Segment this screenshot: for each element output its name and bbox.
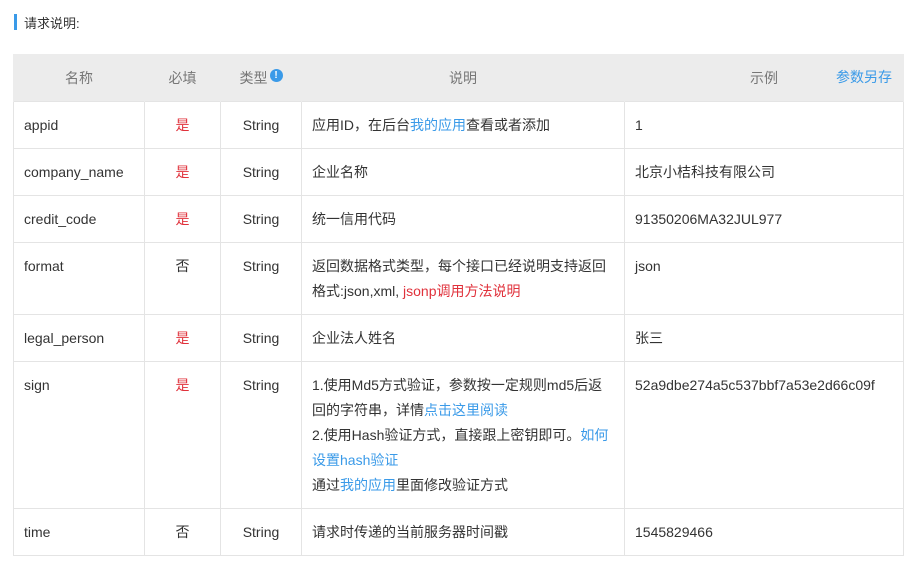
- param-type: String: [220, 508, 302, 556]
- param-name: format: [13, 242, 145, 315]
- info-icon[interactable]: !: [269, 68, 283, 82]
- param-required: 是: [144, 314, 221, 362]
- param-type: String: [220, 195, 302, 243]
- param-required: 否: [144, 242, 221, 315]
- param-example: 北京小桔科技有限公司: [624, 148, 904, 196]
- table-row: legal_person 是 String 企业法人姓名 张三: [13, 314, 904, 362]
- header-type-label: 类型: [239, 69, 268, 86]
- param-required: 是: [144, 195, 221, 243]
- header-required: 必填: [144, 54, 221, 102]
- param-description: 应用ID，在后台我的应用查看或者添加: [301, 101, 625, 149]
- param-type: String: [220, 314, 302, 362]
- hash-setup-link-cont[interactable]: 设置hash验证: [312, 452, 398, 468]
- param-description: 统一信用代码: [301, 195, 625, 243]
- param-name: legal_person: [13, 314, 145, 362]
- param-example: 张三: [624, 314, 904, 362]
- request-params-table: 名称 必填 类型! 说明 示例 参数另存 appid 是 String 应用ID…: [13, 54, 904, 556]
- save-params-link[interactable]: 参数另存: [836, 54, 892, 101]
- param-example: 1545829466: [624, 508, 904, 556]
- table-header-row: 名称 必填 类型! 说明 示例 参数另存: [13, 54, 904, 102]
- my-apps-link[interactable]: 我的应用: [410, 117, 466, 133]
- param-required: 是: [144, 101, 221, 149]
- header-name: 名称: [13, 54, 145, 102]
- param-name: time: [13, 508, 145, 556]
- section-title-text: 请求说明:: [24, 15, 80, 31]
- param-name: credit_code: [13, 195, 145, 243]
- param-type: String: [220, 361, 302, 509]
- param-required: 否: [144, 508, 221, 556]
- table-row: time 否 String 请求时传递的当前服务器时间戳 1545829466: [13, 508, 904, 556]
- section-title: 请求说明:: [14, 13, 80, 31]
- param-example: json: [624, 242, 904, 315]
- section-title-bar: [14, 14, 17, 30]
- param-name: company_name: [13, 148, 145, 196]
- param-type: String: [220, 101, 302, 149]
- hash-setup-link[interactable]: 如何: [580, 427, 608, 443]
- param-example: 1: [624, 101, 904, 149]
- param-type: String: [220, 242, 302, 315]
- read-here-link[interactable]: 点击这里阅读: [424, 402, 508, 418]
- param-description: 1.使用Md5方式验证，参数按一定规则md5后返 回的字符串，详情点击这里阅读 …: [301, 361, 625, 509]
- param-description: 企业名称: [301, 148, 625, 196]
- table-row: company_name 是 String 企业名称 北京小桔科技有限公司: [13, 148, 904, 196]
- header-description: 说明: [301, 54, 625, 102]
- param-example: 91350206MA32JUL977: [624, 195, 904, 243]
- param-name: appid: [13, 101, 145, 149]
- param-example: 52a9dbe274a5c537bbf7a53e2d66c09f: [624, 361, 904, 509]
- param-description: 返回数据格式类型，每个接口已经说明支持返回 格式:json,xml, jsonp调…: [301, 242, 625, 315]
- table-row: format 否 String 返回数据格式类型，每个接口已经说明支持返回 格式:…: [13, 242, 904, 315]
- jsonp-doc-link[interactable]: jsonp调用方法说明: [403, 283, 520, 299]
- param-description: 请求时传递的当前服务器时间戳: [301, 508, 625, 556]
- param-required: 是: [144, 361, 221, 509]
- table-row: appid 是 String 应用ID，在后台我的应用查看或者添加 1: [13, 101, 904, 149]
- table-row: credit_code 是 String 统一信用代码 91350206MA32…: [13, 195, 904, 243]
- my-apps-link[interactable]: 我的应用: [340, 477, 396, 493]
- param-type: String: [220, 148, 302, 196]
- param-description: 企业法人姓名: [301, 314, 625, 362]
- table-row: sign 是 String 1.使用Md5方式验证，参数按一定规则md5后返 回…: [13, 361, 904, 509]
- header-example-label: 示例: [750, 69, 778, 86]
- param-required: 是: [144, 148, 221, 196]
- header-type: 类型!: [220, 54, 302, 102]
- header-example: 示例 参数另存: [624, 54, 904, 102]
- param-name: sign: [13, 361, 145, 509]
